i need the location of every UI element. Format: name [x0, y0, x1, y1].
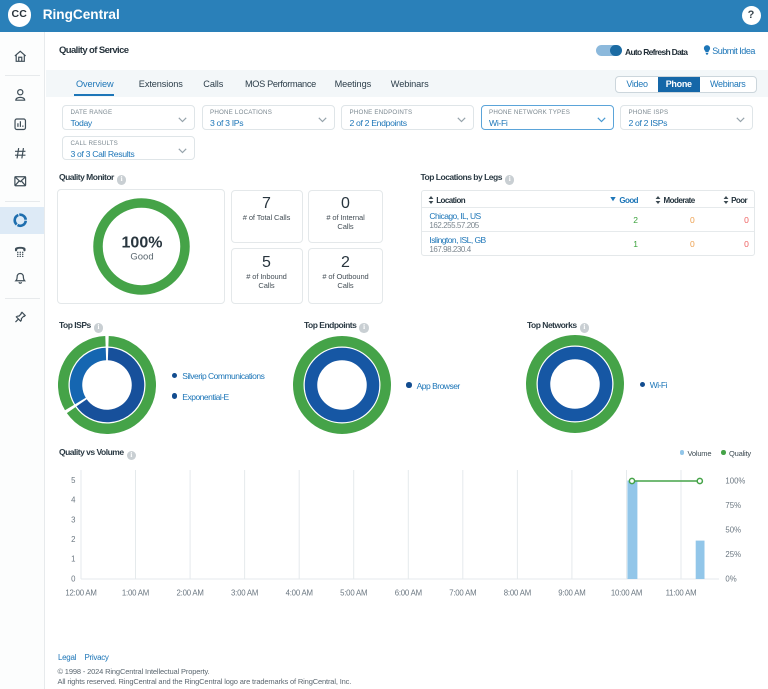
- svg-text:Good: Good: [130, 252, 153, 263]
- svg-text:0: 0: [71, 574, 76, 583]
- svg-text:11:00 AM: 11:00 AM: [666, 589, 697, 598]
- svg-text:5:00 AM: 5:00 AM: [340, 589, 367, 598]
- svg-text:100%: 100%: [122, 235, 163, 252]
- svg-text:1: 1: [71, 555, 75, 564]
- svg-text:0%: 0%: [725, 575, 736, 584]
- svg-text:75%: 75%: [725, 501, 741, 510]
- svg-text:3: 3: [71, 515, 75, 524]
- svg-text:1:00 AM: 1:00 AM: [122, 589, 149, 598]
- svg-text:3:00 AM: 3:00 AM: [231, 589, 258, 598]
- svg-text:7:00 AM: 7:00 AM: [449, 589, 476, 598]
- svg-text:25%: 25%: [725, 550, 741, 559]
- svg-text:100%: 100%: [725, 477, 745, 486]
- svg-text:4: 4: [71, 496, 76, 505]
- svg-text:2:00 AM: 2:00 AM: [176, 589, 203, 598]
- svg-text:50%: 50%: [725, 526, 741, 535]
- svg-text:2: 2: [71, 535, 75, 544]
- svg-text:12:00 AM: 12:00 AM: [65, 589, 96, 598]
- svg-text:5: 5: [71, 476, 76, 485]
- svg-text:9:00 AM: 9:00 AM: [558, 589, 585, 598]
- svg-text:4:00 AM: 4:00 AM: [286, 589, 313, 598]
- svg-text:10:00 AM: 10:00 AM: [611, 589, 642, 598]
- svg-text:8:00 AM: 8:00 AM: [504, 589, 531, 598]
- svg-text:6:00 AM: 6:00 AM: [395, 589, 422, 598]
